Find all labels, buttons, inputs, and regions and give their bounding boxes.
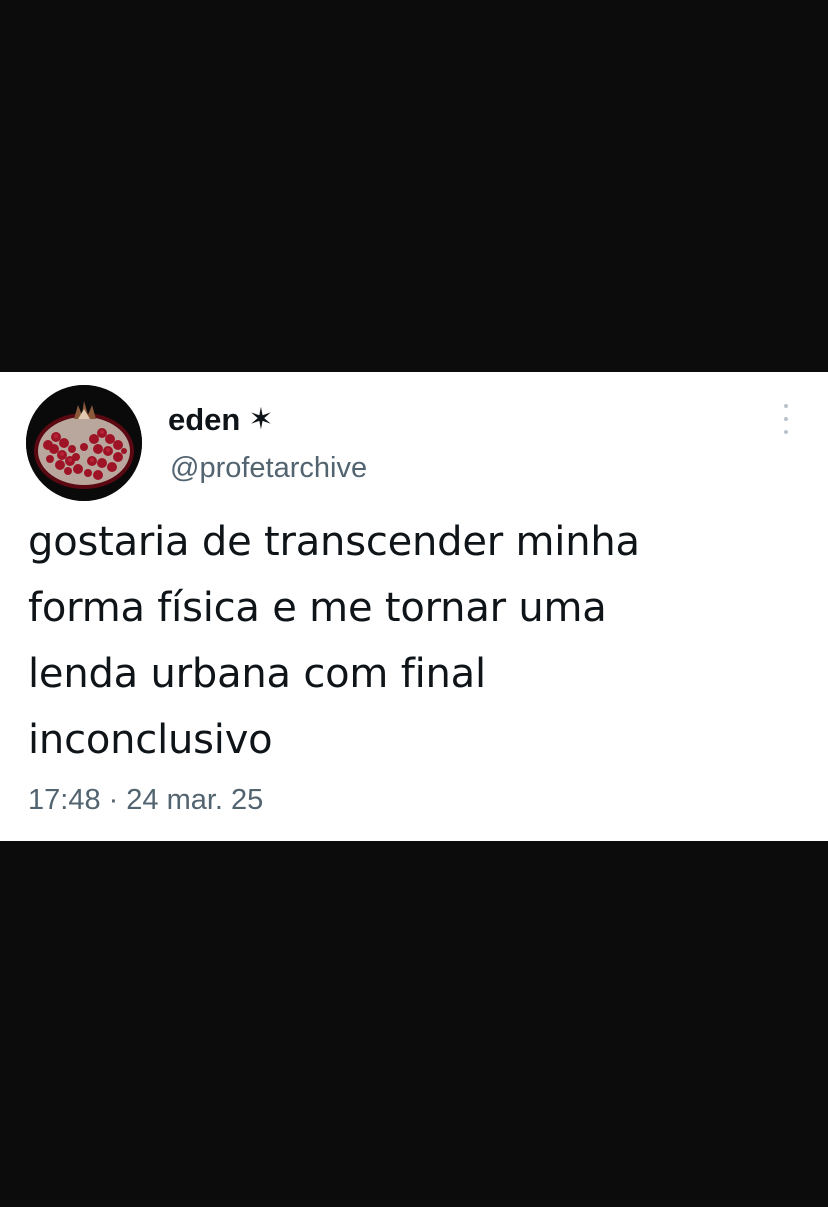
- more-options-dot: [784, 404, 788, 408]
- tweet-text-line: gostaria de transcender minha: [28, 519, 640, 565]
- tweet-text: gostaria de transcender minha forma físi…: [28, 509, 788, 773]
- tweet-text-line: lenda urbana com final: [28, 651, 486, 697]
- display-name[interactable]: eden ✶: [168, 400, 274, 440]
- user-handle[interactable]: @profetarchive: [170, 452, 367, 485]
- tweet-date: 24 mar. 25: [126, 784, 264, 816]
- display-name-text: eden: [168, 402, 241, 437]
- avatar[interactable]: [26, 385, 142, 501]
- more-options-dot: [784, 417, 788, 421]
- timestamp-separator: ·: [108, 784, 119, 816]
- tweet-timestamp[interactable]: 17:48 · 24 mar. 25: [28, 784, 263, 817]
- pomegranate-icon: [26, 385, 142, 501]
- asterisk-star-icon: ✶: [248, 402, 274, 437]
- more-options-dot: [784, 430, 788, 434]
- tweet-time: 17:48: [28, 784, 101, 816]
- more-options-icon[interactable]: [774, 404, 798, 434]
- tweet-text-line: forma física e me tornar uma: [28, 585, 607, 631]
- tweet-card[interactable]: eden ✶ @profetarchive gostaria de transc…: [0, 372, 828, 841]
- tweet-text-line: inconclusivo: [28, 717, 273, 763]
- screenshot-page: eden ✶ @profetarchive gostaria de transc…: [0, 0, 828, 1207]
